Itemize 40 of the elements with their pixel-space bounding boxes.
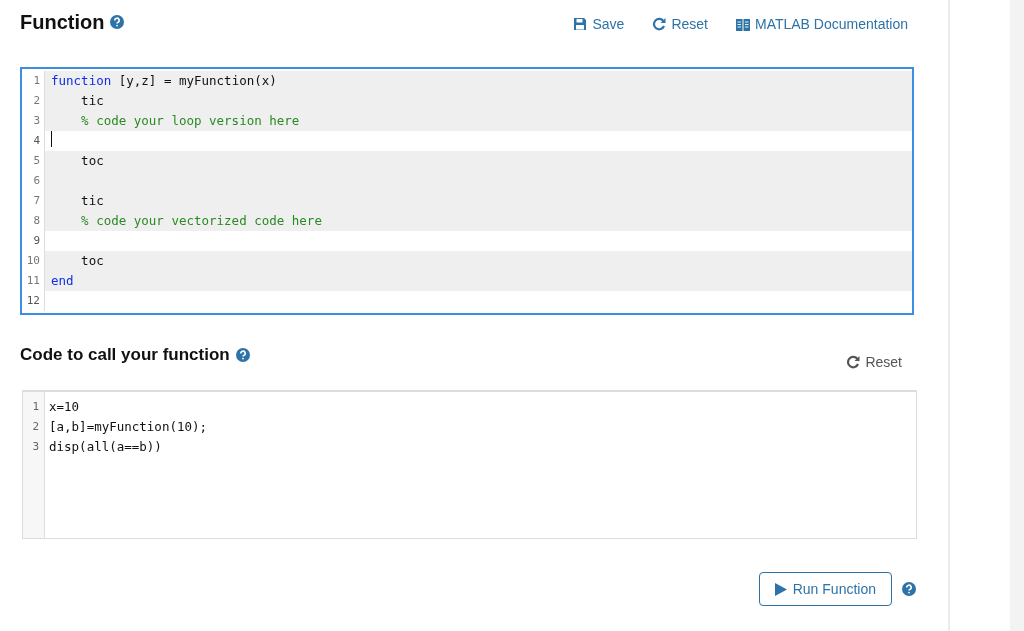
run-function-button[interactable]: Run Function (758, 572, 892, 606)
section-title: Code to call your function (20, 345, 230, 365)
save-icon (573, 17, 588, 31)
help-icon (235, 348, 250, 362)
reset-link[interactable]: Reset (652, 16, 708, 32)
help-icon (902, 582, 916, 596)
code-text: function [y,z] = myFunction(x) (51, 73, 277, 88)
code-text: disp(all(a==b)) (49, 439, 162, 454)
section-title: Function (20, 10, 105, 34)
play-icon (774, 582, 787, 596)
code-text: tic (80, 193, 104, 208)
code-text: x=10 (49, 399, 80, 414)
line-number: 7 (22, 191, 45, 211)
reset-icon (652, 17, 667, 31)
line-number: 3 (31, 439, 40, 455)
line-number: 2 (22, 91, 45, 111)
code-text: [a,b]=myFunction(10); (49, 419, 208, 434)
book-icon (735, 17, 750, 31)
line-number: 1 (22, 71, 45, 91)
line-number: 1 (31, 399, 40, 415)
reset-link[interactable]: Reset (846, 354, 902, 370)
code-text: toc (80, 153, 104, 168)
code-editor[interactable]: 1 x=10 2 [a,b]=myFunction(10); 3 disp(all(a==b)) (22, 390, 917, 539)
line-number: 6 (22, 171, 45, 191)
reset-icon (846, 355, 861, 369)
line-number: 2 (31, 419, 40, 435)
save-link[interactable]: Save (573, 16, 625, 32)
code-text: tic (80, 93, 104, 108)
code-text: % code your loop version here (80, 113, 300, 128)
line-number: 10 (22, 251, 45, 271)
line-number: 5 (22, 151, 45, 171)
code-text: end (51, 273, 74, 288)
code-text: % code your vectorized code here (80, 213, 322, 228)
line-number: 3 (22, 111, 45, 131)
documentation-link[interactable]: MATLAB Documentation (735, 16, 908, 32)
code-text: toc (80, 253, 104, 268)
code-editor[interactable]: 1 function [y,z] = myFunction(x) 2 tic 3 % code your loop version here 4 5 toc 6 7 tic 8 % code your vectorized code here 9 10 toc 11 end 12 (20, 67, 914, 315)
line-number: 8 (22, 211, 45, 231)
help-icon (110, 15, 125, 29)
line-number: 11 (22, 271, 45, 291)
